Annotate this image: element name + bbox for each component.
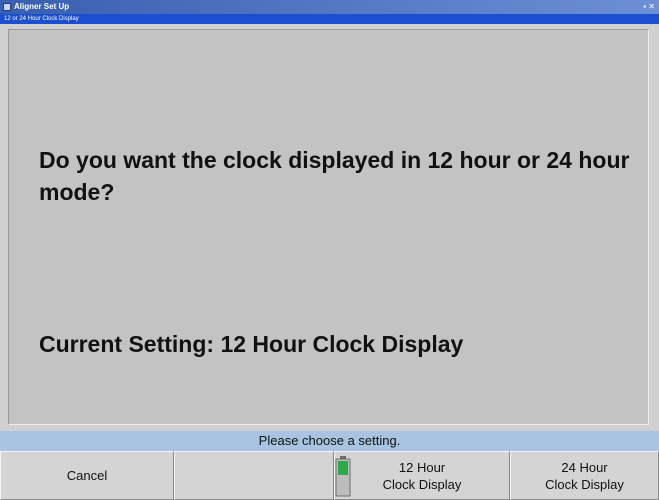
setup-window: Aligner Set Up ▪ ✕ 12 or 24 Hour Clock D… xyxy=(0,0,659,500)
minimize-icon[interactable]: ▪ xyxy=(643,2,646,11)
close-icon[interactable]: ✕ xyxy=(648,2,655,11)
24-hour-clock-label: 24 Hour Clock Display xyxy=(545,459,624,492)
screen-caption-bar: 12 or 24 Hour Clock Display xyxy=(0,14,659,24)
cancel-button[interactable]: Cancel xyxy=(0,451,174,500)
blank-softkey[interactable] xyxy=(174,451,334,500)
24-hour-clock-button[interactable]: 24 Hour Clock Display xyxy=(510,451,659,500)
window-title: Aligner Set Up xyxy=(14,2,70,11)
prompt-question: Do you want the clock displayed in 12 ho… xyxy=(39,147,630,205)
content-panel: Do you want the clock displayed in 12 ho… xyxy=(8,29,649,425)
12-hour-clock-label: 12 Hour Clock Display xyxy=(382,459,462,492)
cancel-button-label: Cancel xyxy=(66,468,108,483)
status-bar: Please choose a setting. xyxy=(0,431,659,451)
app-icon xyxy=(3,3,11,11)
title-bar: Aligner Set Up ▪ ✕ xyxy=(0,0,659,14)
window-controls[interactable]: ▪ ✕ xyxy=(643,0,655,14)
battery-level-icon xyxy=(335,456,351,497)
softkey-bar: Cancel 12 Hour Clock Display 24 Hour Clo… xyxy=(0,451,659,500)
current-setting-text: Current Setting: 12 Hour Clock Display xyxy=(39,331,464,357)
12-hour-clock-button[interactable]: 12 Hour Clock Display xyxy=(334,451,510,500)
screen-caption: 12 or 24 Hour Clock Display xyxy=(4,16,79,22)
